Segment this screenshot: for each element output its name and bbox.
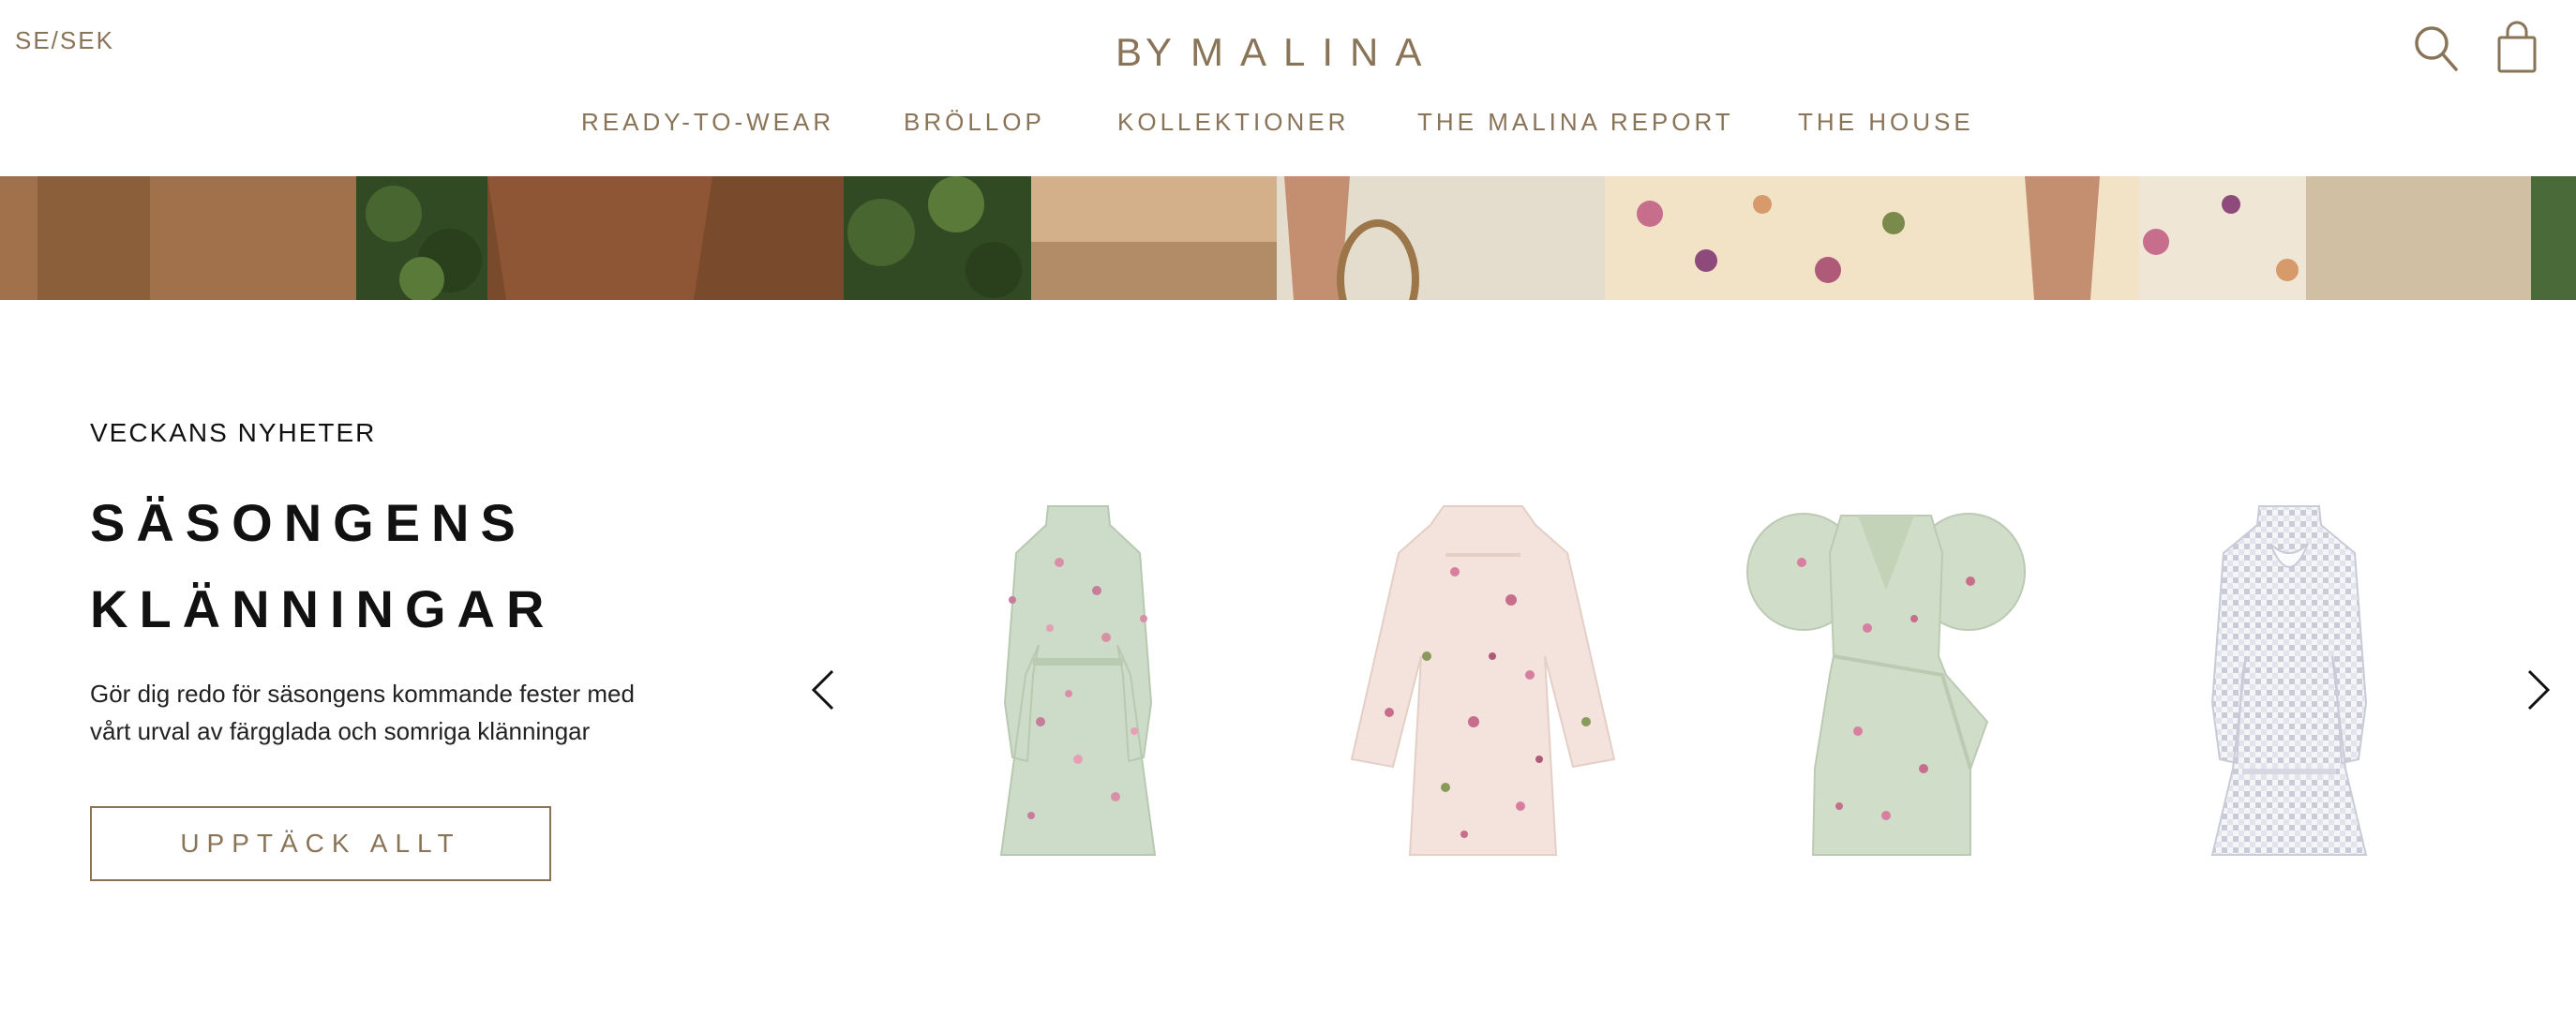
nav-item-kollektioner[interactable]: KOLLEKTIONER	[1117, 108, 1349, 137]
main-navigation: READY-TO-WEAR BRÖLLOP KOLLEKTIONER THE M…	[0, 108, 2576, 136]
hero-image[interactable]	[0, 176, 2576, 300]
brand-logo[interactable]: BY MALINA	[1116, 28, 1434, 74]
section-title-line-1: SÄSONGENS	[90, 493, 527, 552]
logo-by: BY	[1116, 30, 1176, 71]
section-title: SÄSONGENS KLÄNNINGAR	[90, 480, 555, 652]
nav-item-the-house[interactable]: THE HOUSE	[1798, 108, 1974, 137]
dress-image-mint-floral-puff-sleeve	[1746, 513, 2026, 856]
product-card-3[interactable]	[1717, 487, 2055, 872]
dress-image-mint-floral-long-sleeve	[999, 505, 1157, 856]
section-eyebrow: VECKANS NYHETER	[90, 418, 377, 447]
dress-image-white-gingham	[2210, 505, 2368, 856]
nav-item-brollop[interactable]: BRÖLLOP	[904, 108, 1045, 137]
section-description: Gör dig redo för säsongens kommande fest…	[90, 680, 635, 745]
search-icon[interactable]	[2413, 22, 2460, 73]
site-header: SE/SEK BY MALINA READY-TO-WEAR BRÖLLOP K…	[0, 0, 2576, 176]
section-title-line-2: KLÄNNINGAR	[90, 579, 556, 638]
locale-selector[interactable]: SE/SEK	[15, 26, 114, 55]
product-card-1[interactable]	[909, 487, 1247, 872]
shopping-bag-icon[interactable]	[2495, 21, 2539, 75]
nav-item-ready-to-wear[interactable]: READY-TO-WEAR	[581, 108, 834, 137]
product-card-2[interactable]	[1314, 487, 1652, 872]
dress-image-cream-floral-bell-sleeve	[1350, 505, 1616, 856]
nav-item-the-malina-report[interactable]: THE MALINA REPORT	[1417, 108, 1734, 137]
product-card-4[interactable]	[2120, 487, 2458, 872]
chevron-left-icon[interactable]	[806, 667, 840, 712]
chevron-right-icon[interactable]	[2522, 667, 2555, 712]
logo-name: MALINA	[1191, 30, 1434, 71]
discover-all-button[interactable]: UPPTÄCK ALLT	[90, 806, 551, 881]
